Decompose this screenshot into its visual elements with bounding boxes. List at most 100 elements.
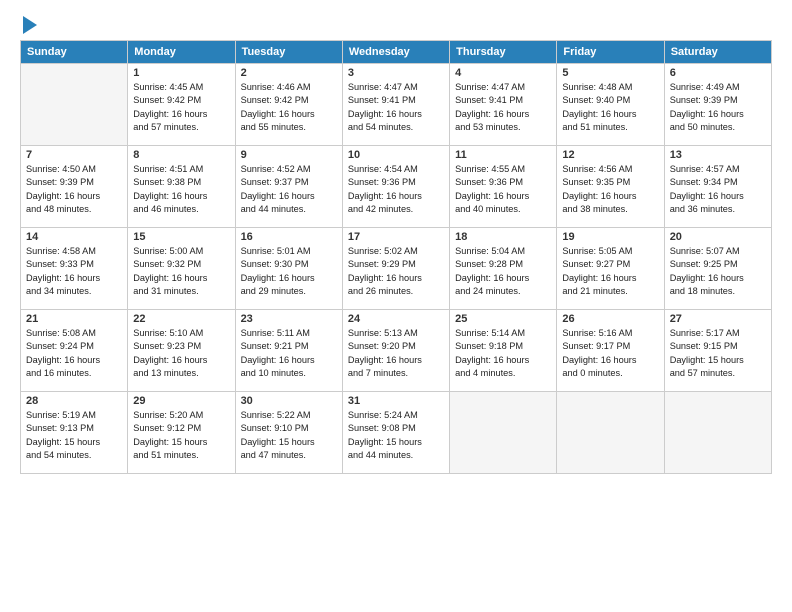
day-number: 9	[241, 149, 337, 161]
calendar-cell: 22Sunrise: 5:10 AM Sunset: 9:23 PM Dayli…	[128, 310, 235, 392]
calendar-week-5: 28Sunrise: 5:19 AM Sunset: 9:13 PM Dayli…	[21, 392, 772, 474]
day-number: 17	[348, 231, 444, 243]
day-number: 30	[241, 395, 337, 407]
calendar-cell: 17 Sunrise: 5:02 AM Sunset: 9:29 PM Dayli…	[342, 228, 449, 310]
day-number: 5	[562, 67, 658, 79]
calendar-cell	[664, 392, 771, 474]
calendar-cell: 3 Sunrise: 4:47 AM Sunset: 9:41 PM Daylig…	[342, 64, 449, 146]
calendar-cell: 18 Sunrise: 5:04 AM Sunset: 9:28 PM Dayli…	[450, 228, 557, 310]
day-info: Sunrise: 4:52 AM Sunset: 9:37 PM Dayligh…	[241, 163, 337, 216]
day-number: 11	[455, 149, 551, 161]
calendar-cell: 31 Sunrise: 5:24 AM Sunset: 9:08 PM Dayli…	[342, 392, 449, 474]
day-info: Sunrise: 4:50 AM Sunset: 9:39 PM Dayligh…	[26, 163, 122, 216]
calendar-cell: 13 Sunrise: 4:57 AM Sunset: 9:34 PM Dayli…	[664, 146, 771, 228]
calendar-week-3: 14Sunrise: 4:58 AM Sunset: 9:33 PM Dayli…	[21, 228, 772, 310]
day-info: Sunrise: 5:01 AM Sunset: 9:30 PM Dayligh…	[241, 245, 337, 298]
day-number: 28	[26, 395, 122, 407]
day-info: Sunrise: 4:48 AM Sunset: 9:40 PM Dayligh…	[562, 81, 658, 134]
day-number: 19	[562, 231, 658, 243]
calendar-cell: 10 Sunrise: 4:54 AM Sunset: 9:36 PM Dayli…	[342, 146, 449, 228]
day-number: 10	[348, 149, 444, 161]
day-number: 31	[348, 395, 444, 407]
day-info: Sunrise: 4:47 AM Sunset: 9:41 PM Dayligh…	[348, 81, 444, 134]
day-number: 25	[455, 313, 551, 325]
weekday-header-monday: Monday	[128, 41, 235, 64]
day-info: Sunrise: 4:47 AM Sunset: 9:41 PM Dayligh…	[455, 81, 551, 134]
calendar-cell: 12 Sunrise: 4:56 AM Sunset: 9:35 PM Dayli…	[557, 146, 664, 228]
day-number: 14	[26, 231, 122, 243]
day-number: 26	[562, 313, 658, 325]
logo	[20, 16, 37, 32]
weekday-header-tuesday: Tuesday	[235, 41, 342, 64]
day-number: 27	[670, 313, 766, 325]
day-info: Sunrise: 4:54 AM Sunset: 9:36 PM Dayligh…	[348, 163, 444, 216]
day-info: Sunrise: 4:49 AM Sunset: 9:39 PM Dayligh…	[670, 81, 766, 134]
day-number: 13	[670, 149, 766, 161]
day-info: Sunrise: 5:02 AM Sunset: 9:29 PM Dayligh…	[348, 245, 444, 298]
calendar-cell: 9 Sunrise: 4:52 AM Sunset: 9:37 PM Daylig…	[235, 146, 342, 228]
calendar-cell: 30 Sunrise: 5:22 AM Sunset: 9:10 PM Dayli…	[235, 392, 342, 474]
day-info: Sunrise: 5:20 AM Sunset: 9:12 PM Dayligh…	[133, 409, 229, 462]
calendar-week-4: 21Sunrise: 5:08 AM Sunset: 9:24 PM Dayli…	[21, 310, 772, 392]
calendar-cell: 2Sunrise: 4:46 AM Sunset: 9:42 PM Daylig…	[235, 64, 342, 146]
day-info: Sunrise: 4:46 AM Sunset: 9:42 PM Dayligh…	[241, 81, 337, 134]
day-info: Sunrise: 5:05 AM Sunset: 9:27 PM Dayligh…	[562, 245, 658, 298]
calendar-week-1: 1Sunrise: 4:45 AM Sunset: 9:42 PM Daylig…	[21, 64, 772, 146]
day-info: Sunrise: 4:51 AM Sunset: 9:38 PM Dayligh…	[133, 163, 229, 216]
calendar-cell	[21, 64, 128, 146]
day-info: Sunrise: 5:22 AM Sunset: 9:10 PM Dayligh…	[241, 409, 337, 462]
calendar-cell: 26Sunrise: 5:16 AM Sunset: 9:17 PM Dayli…	[557, 310, 664, 392]
calendar-cell: 27 Sunrise: 5:17 AM Sunset: 9:15 PM Dayli…	[664, 310, 771, 392]
day-number: 15	[133, 231, 229, 243]
day-info: Sunrise: 5:17 AM Sunset: 9:15 PM Dayligh…	[670, 327, 766, 380]
calendar-cell: 7 Sunrise: 4:50 AM Sunset: 9:39 PM Daylig…	[21, 146, 128, 228]
day-info: Sunrise: 4:57 AM Sunset: 9:34 PM Dayligh…	[670, 163, 766, 216]
day-number: 12	[562, 149, 658, 161]
calendar-cell: 20 Sunrise: 5:07 AM Sunset: 9:25 PM Dayli…	[664, 228, 771, 310]
calendar-cell: 28Sunrise: 5:19 AM Sunset: 9:13 PM Dayli…	[21, 392, 128, 474]
day-number: 29	[133, 395, 229, 407]
weekday-header-row: SundayMondayTuesdayWednesdayThursdayFrid…	[21, 41, 772, 64]
calendar-cell: 6 Sunrise: 4:49 AM Sunset: 9:39 PM Daylig…	[664, 64, 771, 146]
calendar-cell: 16 Sunrise: 5:01 AM Sunset: 9:30 PM Dayli…	[235, 228, 342, 310]
calendar-cell: 5 Sunrise: 4:48 AM Sunset: 9:40 PM Daylig…	[557, 64, 664, 146]
calendar-table: SundayMondayTuesdayWednesdayThursdayFrid…	[20, 40, 772, 474]
calendar-cell: 14Sunrise: 4:58 AM Sunset: 9:33 PM Dayli…	[21, 228, 128, 310]
day-info: Sunrise: 5:04 AM Sunset: 9:28 PM Dayligh…	[455, 245, 551, 298]
logo-arrow-icon	[23, 16, 37, 34]
calendar-cell: 11 Sunrise: 4:55 AM Sunset: 9:36 PM Dayli…	[450, 146, 557, 228]
day-number: 23	[241, 313, 337, 325]
day-info: Sunrise: 5:00 AM Sunset: 9:32 PM Dayligh…	[133, 245, 229, 298]
day-number: 6	[670, 67, 766, 79]
day-number: 4	[455, 67, 551, 79]
day-info: Sunrise: 4:56 AM Sunset: 9:35 PM Dayligh…	[562, 163, 658, 216]
day-number: 16	[241, 231, 337, 243]
day-number: 8	[133, 149, 229, 161]
calendar-cell: 19 Sunrise: 5:05 AM Sunset: 9:27 PM Dayli…	[557, 228, 664, 310]
day-number: 20	[670, 231, 766, 243]
day-info: Sunrise: 5:14 AM Sunset: 9:18 PM Dayligh…	[455, 327, 551, 380]
calendar-cell: 21Sunrise: 5:08 AM Sunset: 9:24 PM Dayli…	[21, 310, 128, 392]
weekday-header-sunday: Sunday	[21, 41, 128, 64]
calendar-week-2: 7 Sunrise: 4:50 AM Sunset: 9:39 PM Daylig…	[21, 146, 772, 228]
day-info: Sunrise: 5:10 AM Sunset: 9:23 PM Dayligh…	[133, 327, 229, 380]
day-info: Sunrise: 5:24 AM Sunset: 9:08 PM Dayligh…	[348, 409, 444, 462]
calendar-cell: 24Sunrise: 5:13 AM Sunset: 9:20 PM Dayli…	[342, 310, 449, 392]
calendar-cell: 1Sunrise: 4:45 AM Sunset: 9:42 PM Daylig…	[128, 64, 235, 146]
page: SundayMondayTuesdayWednesdayThursdayFrid…	[0, 0, 792, 612]
calendar-cell	[557, 392, 664, 474]
day-number: 18	[455, 231, 551, 243]
calendar-cell: 23Sunrise: 5:11 AM Sunset: 9:21 PM Dayli…	[235, 310, 342, 392]
weekday-header-saturday: Saturday	[664, 41, 771, 64]
day-number: 3	[348, 67, 444, 79]
day-number: 7	[26, 149, 122, 161]
day-info: Sunrise: 5:07 AM Sunset: 9:25 PM Dayligh…	[670, 245, 766, 298]
weekday-header-thursday: Thursday	[450, 41, 557, 64]
day-info: Sunrise: 4:45 AM Sunset: 9:42 PM Dayligh…	[133, 81, 229, 134]
calendar-cell: 15 Sunrise: 5:00 AM Sunset: 9:32 PM Dayli…	[128, 228, 235, 310]
calendar-cell: 4 Sunrise: 4:47 AM Sunset: 9:41 PM Daylig…	[450, 64, 557, 146]
day-info: Sunrise: 4:55 AM Sunset: 9:36 PM Dayligh…	[455, 163, 551, 216]
header	[20, 16, 772, 32]
day-info: Sunrise: 5:13 AM Sunset: 9:20 PM Dayligh…	[348, 327, 444, 380]
weekday-header-wednesday: Wednesday	[342, 41, 449, 64]
